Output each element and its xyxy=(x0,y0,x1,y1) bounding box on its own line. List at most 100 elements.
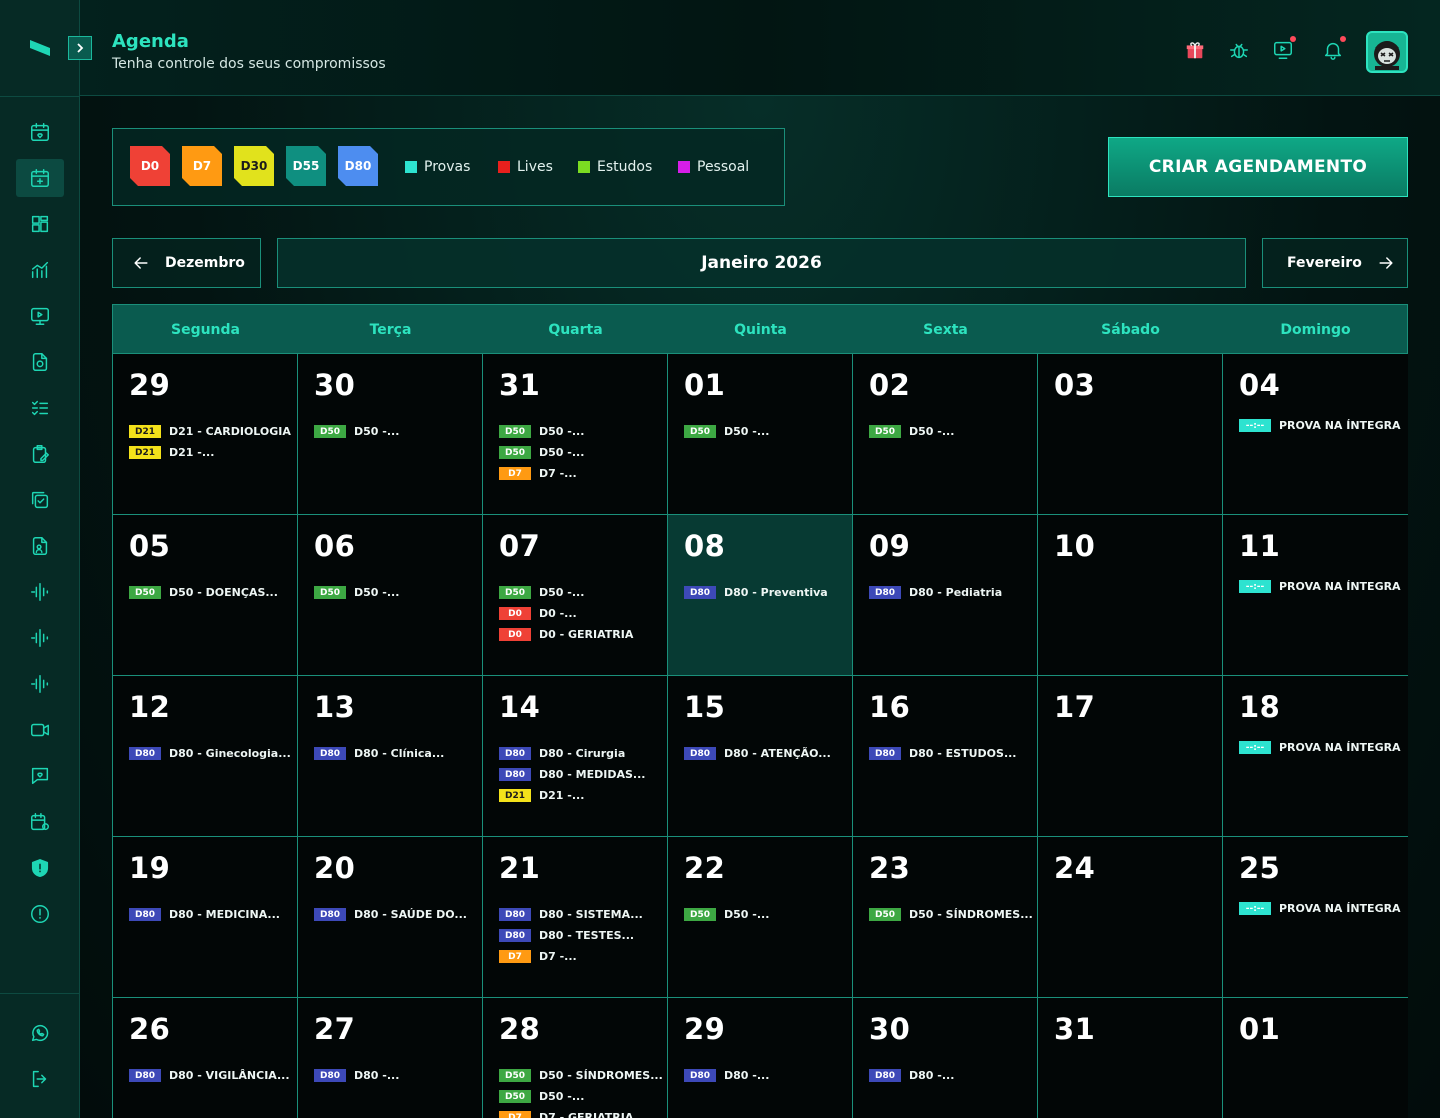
calendar-event[interactable]: D50 D50 - DOENÇAS... xyxy=(129,586,278,599)
sidebar-item-whatsapp[interactable] xyxy=(16,1014,64,1052)
calendar-event[interactable]: D50 D50 -... xyxy=(499,425,584,438)
calendar-day-cell[interactable]: 25 --:-- PROVA NA ÍNTEGRA xyxy=(1223,837,1408,998)
calendar-day-cell[interactable]: 29 D21 D21 - CARDIOLOGIA D21 D21 -... xyxy=(113,354,298,515)
sidebar-item-security[interactable] xyxy=(16,849,64,887)
calendar-event[interactable]: D80 D80 - Cirurgia xyxy=(499,747,625,760)
app-logo-icon[interactable] xyxy=(28,36,54,58)
calendar-event[interactable]: D80 D80 - SISTEMA... xyxy=(499,908,643,921)
calendar-day-cell[interactable]: 09 D80 D80 - Pediatria xyxy=(853,515,1038,676)
calendar-day-cell[interactable]: 14 D80 D80 - Cirurgia D80 D80 - MEDIDAS... D2… xyxy=(483,676,668,837)
calendar-day-cell[interactable]: 19 D80 D80 - MEDICINA... xyxy=(113,837,298,998)
calendar-event[interactable]: D80 D80 - MEDIDAS... xyxy=(499,768,645,781)
calendar-event[interactable]: D50 D50 -... xyxy=(684,908,769,921)
calendar-event[interactable]: D50 D50 -... xyxy=(684,425,769,438)
calendar-event[interactable]: D80 D80 - Pediatria xyxy=(869,586,1002,599)
calendar-day-cell[interactable]: 12 D80 D80 - Ginecologia... xyxy=(113,676,298,837)
calendar-day-cell[interactable]: 23 D50 D50 - SÍNDROMES... xyxy=(853,837,1038,998)
next-month-button[interactable]: Fevereiro xyxy=(1262,238,1408,288)
calendar-day-cell[interactable]: 17 xyxy=(1038,676,1223,837)
gift-button[interactable] xyxy=(1183,38,1207,62)
calendar-event[interactable]: D7 D7 - GERIATRIA xyxy=(499,1111,633,1118)
notifications-button[interactable] xyxy=(1321,36,1346,62)
sidebar-item-documents[interactable] xyxy=(16,343,64,381)
sidebar-item-help[interactable] xyxy=(16,895,64,933)
calendar-day-cell[interactable]: 01 D50 D50 -... xyxy=(668,354,853,515)
calendar-day-cell[interactable]: 27 D80 D80 -... xyxy=(298,998,483,1118)
sidebar-item-pulse-2[interactable] xyxy=(16,619,64,657)
calendar-event[interactable]: --:-- PROVA NA ÍNTEGRA xyxy=(1239,741,1401,754)
calendar-event[interactable]: --:-- PROVA NA ÍNTEGRA xyxy=(1239,419,1401,432)
create-appointment-button[interactable]: CRIAR AGENDAMENTO xyxy=(1108,137,1408,197)
calendar-day-cell[interactable]: 16 D80 D80 - ESTUDOS... xyxy=(853,676,1038,837)
calendar-event[interactable]: D50 D50 -... xyxy=(869,425,954,438)
calendar-event[interactable]: D50 D50 -... xyxy=(314,586,399,599)
calendar-event[interactable]: D50 D50 -... xyxy=(314,425,399,438)
sidebar-item-videos[interactable] xyxy=(16,297,64,335)
sidebar-item-calendar[interactable] xyxy=(16,113,64,151)
calendar-event[interactable]: D80 D80 -... xyxy=(869,1069,954,1082)
bug-report-button[interactable] xyxy=(1227,38,1251,62)
calendar-event[interactable]: D50 D50 -... xyxy=(499,446,584,459)
calendar-day-cell[interactable]: 06 D50 D50 -... xyxy=(298,515,483,676)
calendar-event[interactable]: D21 D21 - CARDIOLOGIA xyxy=(129,425,291,438)
calendar-event[interactable]: D50 D50 - SÍNDROMES... xyxy=(869,908,1033,921)
sidebar-item-review[interactable] xyxy=(16,481,64,519)
calendar-event[interactable]: D80 D80 -... xyxy=(314,1069,399,1082)
user-avatar[interactable] xyxy=(1366,31,1408,73)
calendar-event[interactable]: D50 D50 - SÍNDROMES... xyxy=(499,1069,663,1082)
live-button[interactable] xyxy=(1271,36,1296,62)
calendar-event[interactable]: D80 D80 - ESTUDOS... xyxy=(869,747,1016,760)
calendar-day-cell[interactable]: 03 xyxy=(1038,354,1223,515)
calendar-event[interactable]: D80 D80 - VIGILÂNCIA... xyxy=(129,1069,290,1082)
sidebar-item-pulse-1[interactable] xyxy=(16,573,64,611)
calendar-day-cell[interactable]: 10 xyxy=(1038,515,1223,676)
sidebar-item-pulse-3[interactable] xyxy=(16,665,64,703)
sidebar-item-dashboard[interactable] xyxy=(16,205,64,243)
calendar-day-cell[interactable]: 04 --:-- PROVA NA ÍNTEGRA xyxy=(1223,354,1408,515)
calendar-event[interactable]: D80 D80 - Clínica... xyxy=(314,747,444,760)
calendar-event[interactable]: D80 D80 - TESTES... xyxy=(499,929,634,942)
calendar-day-cell[interactable]: 22 D50 D50 -... xyxy=(668,837,853,998)
sidebar-item-agenda[interactable] xyxy=(16,159,64,197)
calendar-day-cell[interactable]: 02 D50 D50 -... xyxy=(853,354,1038,515)
calendar-event[interactable]: D7 D7 -... xyxy=(499,467,577,480)
calendar-day-cell[interactable]: 29 D80 D80 -... xyxy=(668,998,853,1118)
calendar-event[interactable]: D80 D80 - Preventiva xyxy=(684,586,828,599)
calendar-event[interactable]: D80 D80 - MEDICINA... xyxy=(129,908,280,921)
calendar-event[interactable]: D80 D80 - SAÚDE DO... xyxy=(314,908,467,921)
calendar-day-cell[interactable]: 20 D80 D80 - SAÚDE DO... xyxy=(298,837,483,998)
calendar-day-cell[interactable]: 30 D80 D80 -... xyxy=(853,998,1038,1118)
calendar-day-cell[interactable]: 18 --:-- PROVA NA ÍNTEGRA xyxy=(1223,676,1408,837)
sidebar-item-video-call[interactable] xyxy=(16,711,64,749)
calendar-day-cell[interactable]: 24 xyxy=(1038,837,1223,998)
calendar-event[interactable]: D0 D0 -... xyxy=(499,607,577,620)
calendar-event[interactable]: D80 D80 - Ginecologia... xyxy=(129,747,291,760)
calendar-day-cell[interactable]: 26 D80 D80 - VIGILÂNCIA... xyxy=(113,998,298,1118)
sidebar-item-logout[interactable] xyxy=(16,1060,64,1098)
calendar-day-cell[interactable]: 05 D50 D50 - DOENÇAS... xyxy=(113,515,298,676)
sidebar-item-messages[interactable] xyxy=(16,757,64,795)
sidebar-item-checklist[interactable] xyxy=(16,389,64,427)
calendar-day-cell[interactable]: 31 xyxy=(1038,998,1223,1118)
calendar-event[interactable]: D7 D7 -... xyxy=(499,950,577,963)
sidebar-item-files[interactable] xyxy=(16,527,64,565)
calendar-day-cell[interactable]: 21 D80 D80 - SISTEMA... D80 D80 - TESTES... D… xyxy=(483,837,668,998)
calendar-day-cell[interactable]: 08 D80 D80 - Preventiva xyxy=(668,515,853,676)
calendar-day-cell[interactable]: 11 --:-- PROVA NA ÍNTEGRA xyxy=(1223,515,1408,676)
calendar-day-cell[interactable]: 31 D50 D50 -... D50 D50 -... D7 D7 -... xyxy=(483,354,668,515)
calendar-event[interactable]: --:-- PROVA NA ÍNTEGRA xyxy=(1239,580,1401,593)
sidebar-item-tasks[interactable] xyxy=(16,435,64,473)
sidebar-item-performance[interactable] xyxy=(16,251,64,289)
calendar-event[interactable]: D0 D0 - GERIATRIA xyxy=(499,628,633,641)
calendar-event[interactable]: D50 D50 -... xyxy=(499,586,584,599)
calendar-event[interactable]: D80 D80 -... xyxy=(684,1069,769,1082)
calendar-event[interactable]: D50 D50 -... xyxy=(499,1090,584,1103)
prev-month-button[interactable]: Dezembro xyxy=(112,238,261,288)
calendar-event[interactable]: D80 D80 - ATENÇÃO... xyxy=(684,747,831,760)
sidebar-toggle-button[interactable] xyxy=(68,36,92,60)
calendar-day-cell[interactable]: 13 D80 D80 - Clínica... xyxy=(298,676,483,837)
calendar-event[interactable]: D21 D21 -... xyxy=(499,789,584,802)
calendar-day-cell[interactable]: 30 D50 D50 -... xyxy=(298,354,483,515)
calendar-event[interactable]: --:-- PROVA NA ÍNTEGRA xyxy=(1239,902,1401,915)
calendar-event[interactable]: D21 D21 -... xyxy=(129,446,214,459)
